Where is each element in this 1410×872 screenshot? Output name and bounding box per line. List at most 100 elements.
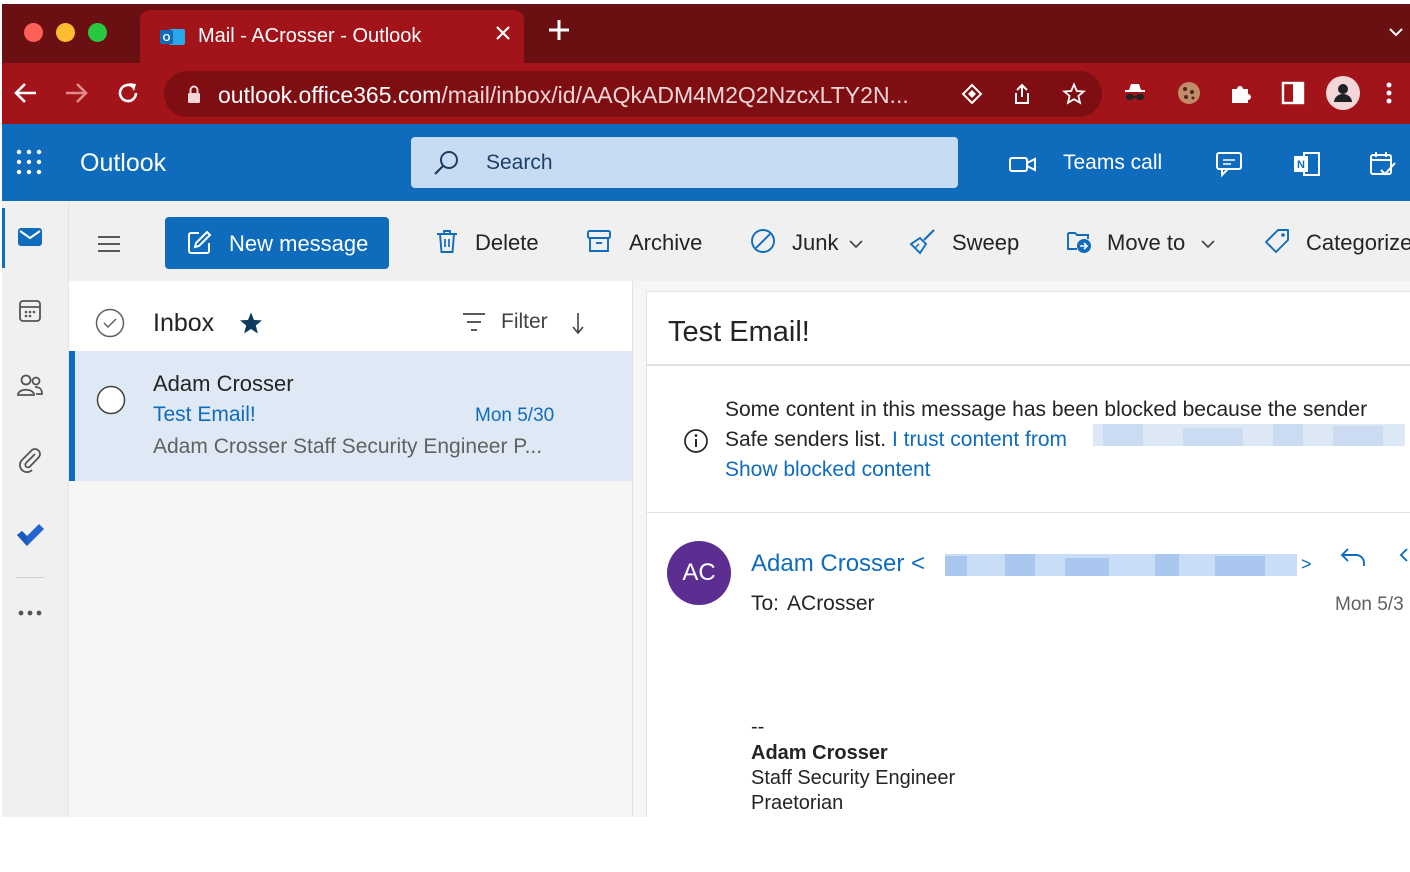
address-bar[interactable]: outlook.office365.com/mail/inbox/id/AAQk… bbox=[164, 71, 1102, 117]
my-day-calendar-icon[interactable] bbox=[1368, 150, 1398, 178]
categorize-button[interactable]: Categorize bbox=[1263, 226, 1410, 256]
junk-button[interactable]: Junk bbox=[749, 226, 869, 256]
active-tab[interactable]: O Mail - ACrosser - Outlook bbox=[140, 10, 524, 63]
archive-box-icon bbox=[585, 227, 613, 255]
move-to-button[interactable]: Move to bbox=[1065, 226, 1215, 256]
navigation-pane-toggle-icon[interactable] bbox=[96, 234, 122, 254]
search-box[interactable]: Search bbox=[411, 137, 958, 188]
extensions-puzzle-icon[interactable] bbox=[1228, 80, 1254, 106]
cookie-extension-icon[interactable] bbox=[1176, 80, 1202, 106]
message-subject-heading: Test Email! bbox=[668, 316, 810, 348]
new-message-button[interactable]: New message bbox=[165, 217, 389, 269]
forward-arrow-icon[interactable] bbox=[62, 79, 90, 107]
broom-icon bbox=[909, 227, 937, 255]
reply-arrow-icon[interactable] bbox=[1339, 545, 1367, 569]
close-window-button[interactable] bbox=[24, 23, 43, 42]
show-blocked-content-link[interactable]: Show blocked content bbox=[725, 458, 930, 482]
trash-icon bbox=[433, 227, 461, 255]
browser-menu-kebab-icon[interactable] bbox=[1384, 80, 1394, 106]
delete-button[interactable]: Delete bbox=[433, 226, 543, 256]
svg-text:O: O bbox=[163, 33, 171, 44]
categorize-label: Categorize bbox=[1306, 230, 1410, 255]
compose-pencil-icon bbox=[185, 229, 213, 257]
move-to-label: Move to bbox=[1107, 230, 1186, 255]
side-panel-icon[interactable] bbox=[1280, 80, 1306, 106]
browser-window: O Mail - ACrosser - Outlook outlook.offi… bbox=[2, 4, 1410, 817]
message-list-header: Inbox Filter bbox=[69, 281, 633, 351]
sweep-button[interactable]: Sweep bbox=[909, 226, 1029, 256]
sort-arrow-down-icon[interactable] bbox=[571, 311, 585, 335]
redacted-sender-email bbox=[945, 554, 1297, 576]
reload-icon[interactable] bbox=[114, 79, 142, 107]
reply-all-arrow-icon[interactable] bbox=[1395, 545, 1410, 569]
select-message-checkbox[interactable] bbox=[96, 385, 126, 415]
safe-senders-notice: Safe senders list. I trust content from bbox=[725, 428, 1068, 451]
back-arrow-icon[interactable] bbox=[12, 79, 40, 107]
onenote-feed-icon[interactable]: N bbox=[1292, 150, 1322, 178]
blocked-content-notice: Some content in this message has been bl… bbox=[725, 398, 1368, 421]
new-tab-button[interactable] bbox=[547, 18, 571, 48]
archive-button[interactable]: Archive bbox=[585, 226, 705, 256]
trust-sender-link[interactable]: I trust content from bbox=[892, 428, 1067, 451]
redacted-sender-address bbox=[1093, 424, 1405, 446]
app-rail bbox=[2, 201, 69, 817]
sender-line[interactable]: Adam Crosser < bbox=[751, 550, 925, 578]
rail-active-indicator bbox=[2, 208, 5, 268]
svg-text:N: N bbox=[1297, 159, 1305, 171]
message-date: Mon 5/30 bbox=[475, 405, 555, 426]
rail-divider bbox=[16, 577, 44, 578]
bookmark-star-icon[interactable] bbox=[1062, 82, 1086, 106]
share-icon[interactable] bbox=[1010, 82, 1034, 106]
reading-pane: Test Email! Some content in this message… bbox=[646, 291, 1410, 817]
signature-separator: -- bbox=[751, 716, 765, 738]
people-icon[interactable] bbox=[16, 371, 44, 399]
info-icon bbox=[683, 428, 709, 454]
select-all-checkmark-icon[interactable] bbox=[95, 308, 125, 338]
more-apps-ellipsis-icon[interactable] bbox=[16, 599, 44, 627]
tag-icon bbox=[1263, 227, 1291, 255]
favorite-star-icon[interactable] bbox=[239, 311, 263, 335]
calendar-icon[interactable] bbox=[16, 297, 44, 325]
signature-name: Adam Crosser bbox=[751, 742, 888, 764]
attachment-paperclip-icon[interactable] bbox=[16, 445, 44, 473]
zoom-window-button[interactable] bbox=[88, 23, 107, 42]
junk-label: Junk bbox=[792, 230, 839, 255]
tab-strip: O Mail - ACrosser - Outlook bbox=[2, 4, 1410, 63]
tab-title: Mail - ACrosser - Outlook bbox=[198, 25, 422, 47]
profile-avatar-icon[interactable] bbox=[1326, 76, 1360, 110]
sender-email-close-bracket: > bbox=[1301, 554, 1312, 574]
lock-icon[interactable] bbox=[182, 82, 206, 106]
move-to-chevron-down-icon[interactable] bbox=[1201, 236, 1215, 249]
app-name[interactable]: Outlook bbox=[80, 149, 166, 178]
message-preview: Adam Crosser Staff Security Engineer P..… bbox=[153, 435, 543, 458]
tab-close-icon[interactable] bbox=[494, 22, 512, 48]
app-launcher-waffle-icon[interactable] bbox=[16, 149, 42, 175]
message-list: Inbox Filter Adam Crosser Test Email! Mo… bbox=[69, 281, 633, 817]
message-list-item[interactable]: Adam Crosser Test Email! Mon 5/30 Adam C… bbox=[69, 351, 633, 481]
sender-name: Adam Crosser bbox=[751, 550, 905, 577]
block-circle-icon bbox=[749, 227, 777, 255]
tab-search-chevron-icon[interactable] bbox=[1388, 24, 1404, 40]
subject-divider bbox=[647, 364, 1410, 366]
banner-divider bbox=[647, 512, 1410, 513]
todo-check-icon[interactable] bbox=[16, 519, 44, 547]
junk-chevron-down-icon[interactable] bbox=[849, 236, 863, 249]
folder-title: Inbox bbox=[153, 309, 215, 337]
move-folder-icon bbox=[1065, 227, 1093, 255]
signature-title: Staff Security Engineer bbox=[751, 767, 956, 789]
sweep-label: Sweep bbox=[952, 230, 1020, 255]
incognito-extension-icon[interactable] bbox=[1122, 80, 1148, 106]
feedback-chat-icon[interactable] bbox=[1214, 150, 1244, 178]
mail-icon[interactable] bbox=[16, 223, 44, 251]
extension-diamond-icon[interactable] bbox=[960, 82, 984, 106]
url-text: outlook.office365.com/mail/inbox/id/AAQk… bbox=[218, 82, 909, 108]
recipient-line: To: ACrosser bbox=[751, 592, 875, 615]
archive-label: Archive bbox=[629, 230, 703, 255]
message-sender: Adam Crosser bbox=[153, 371, 294, 396]
outlook-favicon-icon: O bbox=[160, 26, 186, 48]
delete-label: Delete bbox=[475, 230, 539, 255]
sender-avatar[interactable]: AC bbox=[667, 541, 731, 605]
minimize-window-button[interactable] bbox=[56, 23, 75, 42]
search-placeholder: Search bbox=[486, 151, 553, 174]
browser-toolbar: outlook.office365.com/mail/inbox/id/AAQk… bbox=[2, 63, 1410, 124]
